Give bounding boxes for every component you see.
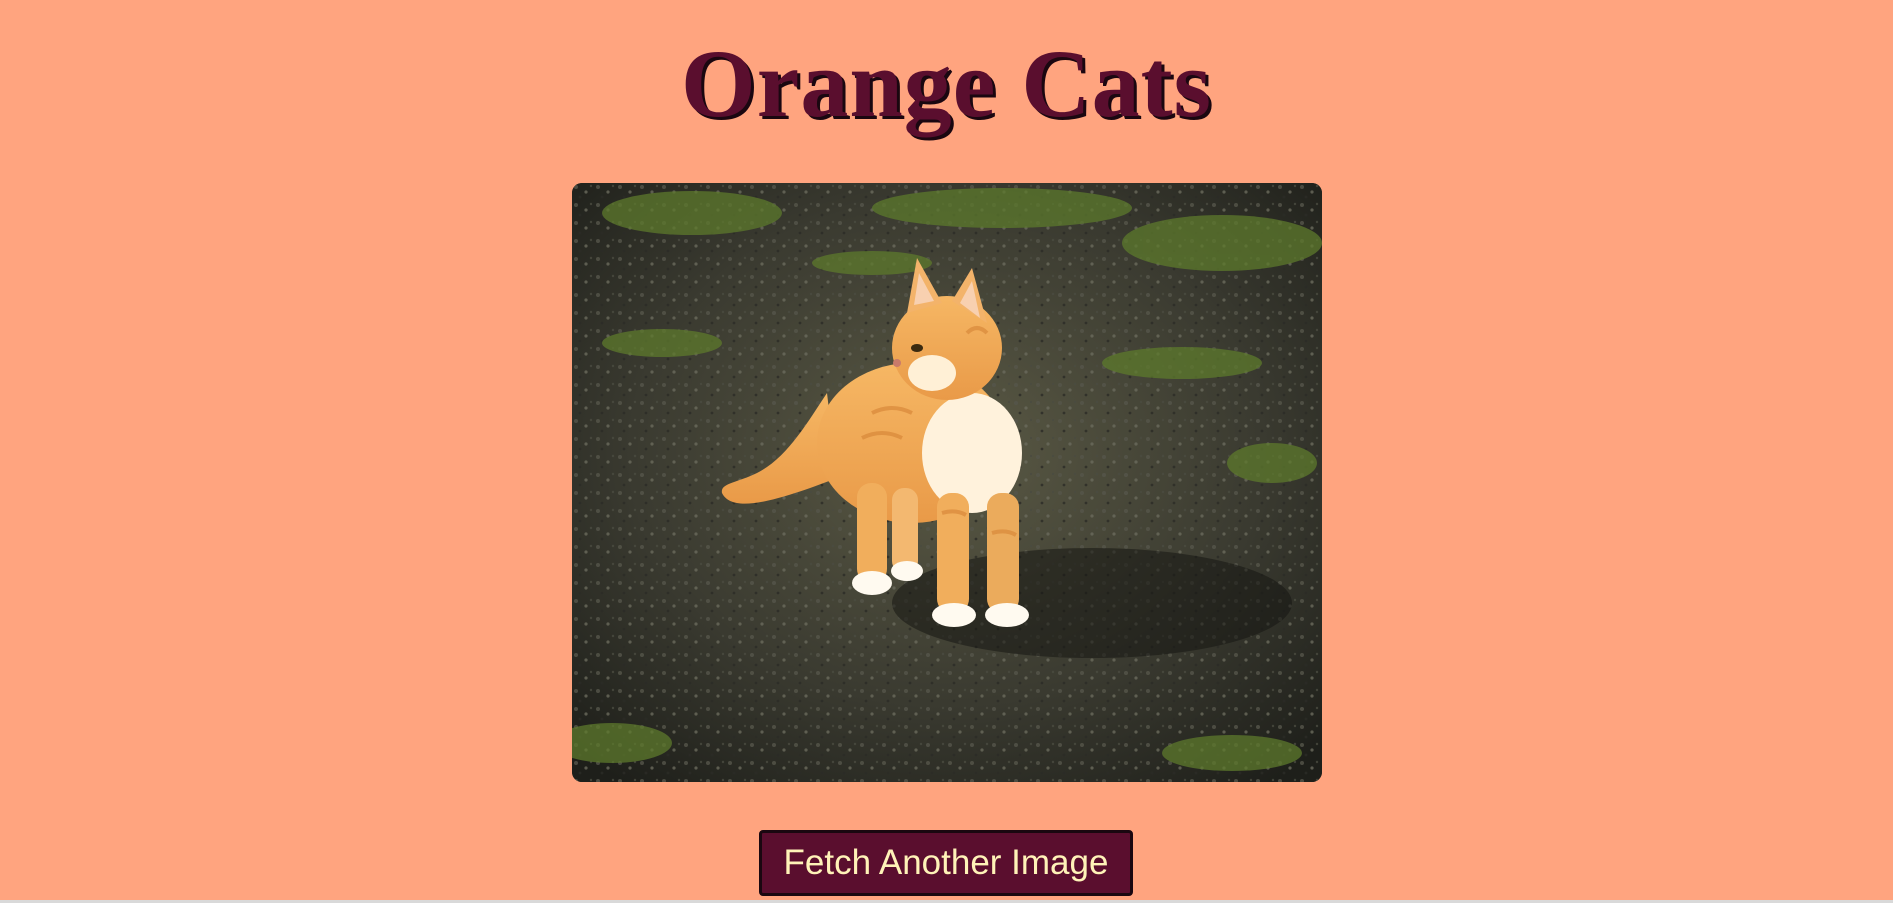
- fetch-another-image-button[interactable]: Fetch Another Image: [759, 830, 1133, 896]
- cat-photo: [572, 183, 1322, 782]
- page-title: Orange Cats: [681, 30, 1212, 137]
